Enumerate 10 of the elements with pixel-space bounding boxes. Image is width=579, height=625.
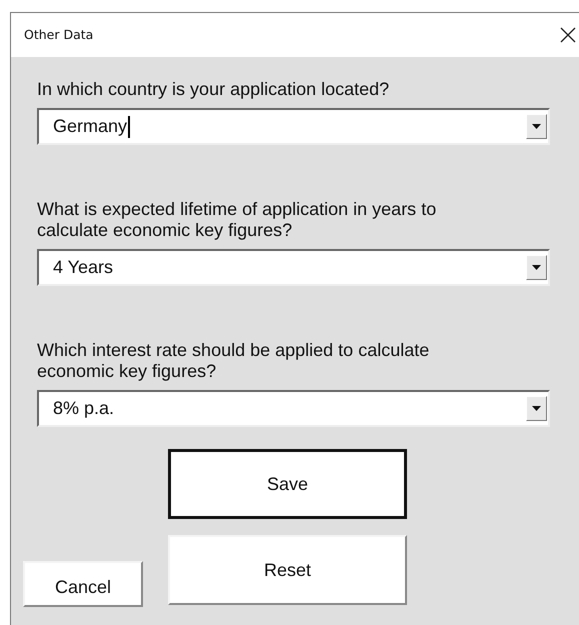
question-label: In which country is your application located? (37, 79, 390, 100)
question-label: Which interest rate should be applied to calculate economic key figures? (37, 340, 430, 382)
window-title: Other Data (24, 26, 94, 44)
dropdown-field[interactable]: 4 Years (37, 249, 550, 286)
dropdown-field[interactable]: Germany (37, 108, 550, 145)
dialog-button[interactable]: Save (168, 449, 407, 519)
dropdown-field[interactable]: 8% p.a. (37, 390, 550, 427)
question-label: What is expected lifetime of application in years to calculate economic key figures? (37, 199, 438, 241)
dialog-button[interactable]: Reset (168, 535, 407, 605)
dialog-button[interactable]: Cancel (23, 561, 143, 607)
